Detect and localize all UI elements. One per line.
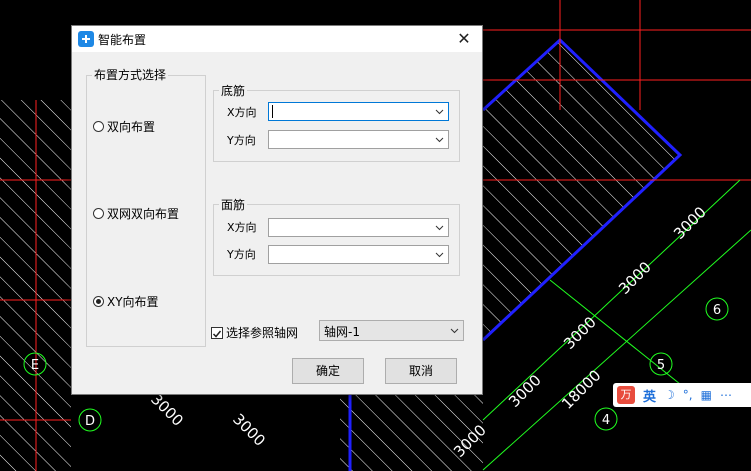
ok-button[interactable]: 确定 [292, 358, 364, 384]
dialog-title: 智能布置 [98, 33, 147, 47]
radio-dot [93, 121, 104, 132]
bottom-rebar-group [213, 90, 460, 162]
radio-dot [93, 208, 104, 219]
chevron-down-icon [435, 225, 444, 231]
dim-text: 3000 [670, 203, 710, 243]
radio-bidirectional[interactable]: 双向布置 [93, 118, 155, 135]
chevron-down-icon [435, 252, 444, 258]
chevron-down-icon [450, 328, 459, 334]
dim-text: 3000 [560, 313, 600, 353]
radio-label: XY向布置 [107, 295, 159, 309]
radio-label: 双网双向布置 [107, 207, 180, 221]
ime-more-icon[interactable]: ⋯ [720, 388, 732, 402]
cancel-button[interactable]: 取消 [385, 358, 457, 384]
dim-text: 3000 [615, 258, 655, 298]
grid-ref-checkbox[interactable]: 选择参照轴网 [211, 324, 298, 341]
bottom-y-select[interactable] [268, 130, 449, 149]
top-x-select[interactable] [268, 218, 449, 237]
dim-text: 3000 [229, 410, 269, 450]
axis-label: 6 [713, 303, 721, 318]
radio-label: 双向布置 [107, 120, 156, 134]
radio-xy-direction[interactable]: XY向布置 [93, 293, 159, 310]
close-icon[interactable]: ✕ [450, 26, 478, 52]
layout-method-title: 布置方式选择 [92, 66, 169, 83]
chevron-down-icon [435, 137, 444, 143]
grid-ref-select[interactable]: 轴网-1 [319, 320, 464, 341]
axis-label: D [85, 414, 95, 429]
axis-label: 4 [602, 413, 610, 428]
ime-keyboard-icon[interactable]: ▦ [701, 388, 712, 402]
title-bar[interactable]: 智能布置 ✕ [72, 26, 482, 52]
ime-language-toggle[interactable]: 英 [643, 386, 656, 405]
ime-moon-icon[interactable]: ☽ [664, 388, 675, 402]
app-icon [78, 31, 94, 47]
axis-label: 5 [657, 358, 665, 373]
radio-double-net-bidirectional[interactable]: 双网双向布置 [93, 205, 179, 222]
grid-ref-value: 轴网-1 [324, 325, 360, 339]
top-y-label: Y方向 [227, 248, 256, 261]
smart-layout-dialog: 智能布置 ✕ 布置方式选择 双向布置 双网双向布置 XY向布置 底筋 X方向 Y… [71, 25, 483, 395]
top-rebar-group [213, 204, 460, 276]
text-caret [272, 105, 273, 118]
checkmark-icon [212, 330, 222, 338]
chevron-down-icon [435, 109, 444, 115]
dim-text: 3000 [505, 371, 545, 411]
dim-text: 18000 [558, 366, 604, 412]
bottom-x-label: X方向 [227, 106, 257, 119]
checkbox-box [211, 326, 223, 339]
top-rebar-title: 面筋 [219, 196, 248, 213]
bottom-rebar-title: 底筋 [219, 82, 248, 99]
bottom-x-select[interactable] [268, 102, 449, 121]
grid-ref-label: 选择参照轴网 [226, 326, 299, 340]
axis-label: E [31, 358, 39, 373]
ime-logo-icon[interactable]: 万 [617, 386, 635, 404]
top-x-label: X方向 [227, 221, 257, 234]
bottom-y-label: Y方向 [227, 134, 256, 147]
dim-text: 3000 [147, 390, 187, 430]
ime-punctuation-icon[interactable]: °, [683, 388, 693, 402]
ime-toolbar[interactable]: 万 英 ☽ °, ▦ ⋯ [613, 383, 751, 407]
top-y-select[interactable] [268, 245, 449, 264]
radio-dot-selected [93, 296, 104, 307]
